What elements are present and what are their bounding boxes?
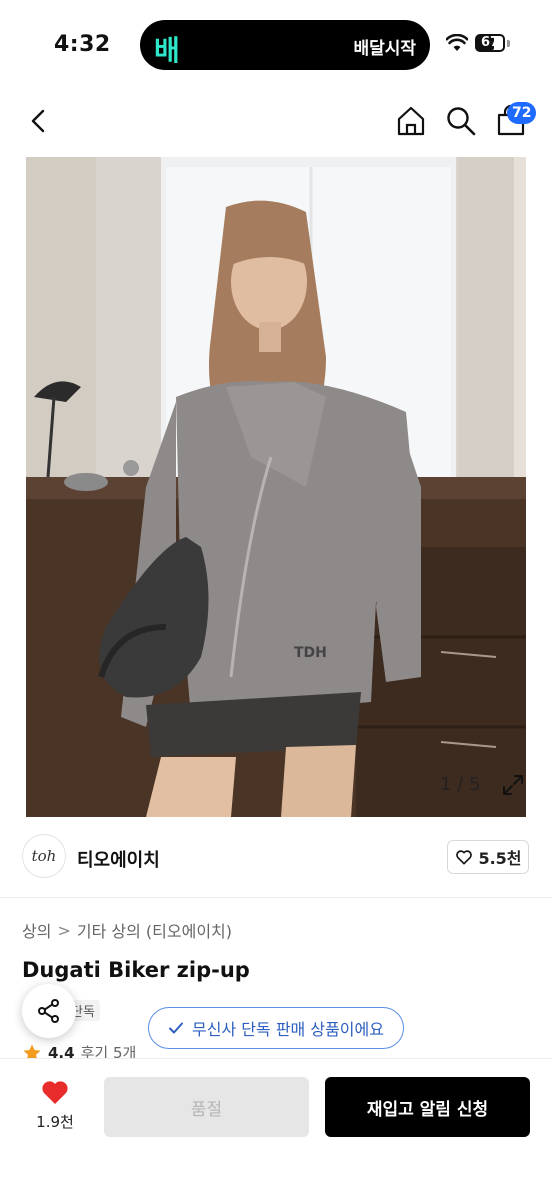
brand-name[interactable]: 티오에이치 xyxy=(77,846,160,872)
delivery-status-text: 배달시작 xyxy=(353,39,416,59)
check-icon xyxy=(169,1022,184,1034)
battery-cap xyxy=(507,40,510,47)
brand-like-count: 5.5천 xyxy=(478,849,522,868)
breadcrumb-separator: > xyxy=(57,920,71,940)
chevron-left-icon[interactable] xyxy=(22,104,56,138)
image-counter: 1 / 5 xyxy=(440,774,481,795)
wifi-icon xyxy=(446,34,468,51)
expand-icon[interactable] xyxy=(501,773,525,797)
share-icon xyxy=(38,999,59,1023)
status-bar: 4:32 배 배달시작 67 xyxy=(0,0,552,92)
status-time: 4:32 xyxy=(54,32,111,57)
brand-like-button[interactable]: 5.5천 xyxy=(447,840,529,874)
product-image[interactable]: TDH xyxy=(26,157,526,817)
heart-outline-icon xyxy=(456,850,473,865)
share-button[interactable] xyxy=(22,984,76,1038)
breadcrumb-item-2[interactable]: 기타 상의 (티오에이치) xyxy=(77,918,232,942)
wishlist-button[interactable]: 1.9천 xyxy=(30,1079,80,1132)
product-photo: TDH xyxy=(26,157,526,817)
wishlist-count: 1.9천 xyxy=(36,1113,74,1131)
breadcrumb: 상의 > 기타 상의 (티오에이치) xyxy=(22,918,232,942)
exclusive-notice-text: 무신사 단독 판매 상품이에요 xyxy=(192,1020,384,1039)
product-title: Dugati Biker zip-up xyxy=(22,958,250,982)
cart-count-badge: 72 xyxy=(507,102,537,124)
search-icon[interactable] xyxy=(444,104,478,138)
dynamic-island[interactable]: 배 배달시작 xyxy=(140,20,430,70)
delivery-app-logo: 배 xyxy=(154,34,180,67)
battery-percent: 67 xyxy=(480,35,500,50)
bottom-action-bar: 1.9천 품절 재입고 알림 신청 xyxy=(0,1058,552,1200)
brand-row: toh 티오에이치 5.5천 xyxy=(0,818,552,898)
svg-text:TDH: TDH xyxy=(294,645,327,661)
exclusive-notice-pill: 무신사 단독 판매 상품이에요 xyxy=(148,1007,404,1049)
restock-alert-button[interactable]: 재입고 알림 신청 xyxy=(325,1077,530,1137)
heart-filled-icon xyxy=(42,1081,68,1104)
top-nav: 72 xyxy=(0,92,552,152)
battery-indicator: 67 xyxy=(475,34,505,52)
home-icon[interactable] xyxy=(394,104,428,138)
brand-logo[interactable]: toh xyxy=(22,834,66,878)
soldout-button: 품절 xyxy=(104,1077,309,1137)
breadcrumb-item-1[interactable]: 상의 xyxy=(22,918,51,942)
